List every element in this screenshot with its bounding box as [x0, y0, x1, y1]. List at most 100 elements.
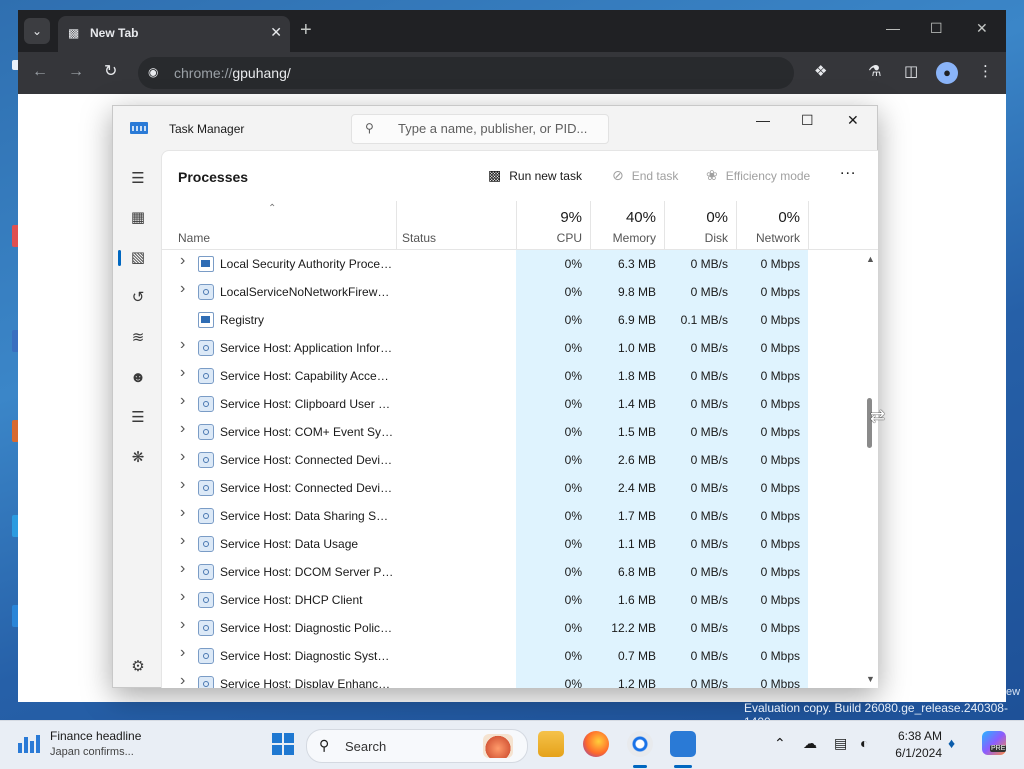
- expand-chevron-icon[interactable]: ›: [180, 476, 185, 494]
- close-tab-icon[interactable]: ✕: [270, 24, 282, 41]
- details-icon[interactable]: ☰: [127, 407, 149, 429]
- hamburger-menu-icon[interactable]: ☰: [127, 168, 149, 190]
- run-new-task-button[interactable]: ▩ Run new task: [488, 167, 582, 184]
- reload-icon[interactable]: ↻: [104, 64, 117, 80]
- taskbar-search[interactable]: ⚲ Search: [306, 729, 528, 763]
- settings-gear-icon[interactable]: ⚙: [127, 656, 149, 678]
- table-row[interactable]: › Service Host: DCOM Server Process Launc…: [162, 558, 862, 586]
- column-memory[interactable]: 40% Memory: [590, 201, 664, 249]
- cell-cpu: 0%: [564, 257, 582, 271]
- address-bar-url: chrome://gpuhang/: [174, 65, 291, 81]
- clock-date[interactable]: 6/1/2024: [892, 746, 942, 760]
- tab-search-chevron-icon[interactable]: ⌄: [24, 18, 50, 44]
- file-explorer-icon[interactable]: [538, 731, 564, 757]
- table-row[interactable]: › Service Host: Diagnostic Policy Service…: [162, 614, 862, 642]
- maximize-icon[interactable]: ☐: [930, 20, 943, 37]
- expand-chevron-icon[interactable]: ›: [180, 336, 185, 354]
- more-options-button[interactable]: ...: [840, 161, 856, 179]
- expand-chevron-icon[interactable]: ›: [180, 672, 185, 688]
- table-row[interactable]: › Service Host: Connected Devices User 0% 2…: [162, 474, 862, 502]
- close-window-icon[interactable]: ✕: [976, 20, 988, 37]
- cell-mem: 1.0 MB: [617, 341, 656, 355]
- expand-chevron-icon[interactable]: ›: [180, 644, 185, 662]
- profile-avatar-icon[interactable]: ●: [936, 62, 958, 84]
- table-row[interactable]: › LocalServiceNoNetworkFirewall (2) 0% 9.8 …: [162, 278, 862, 306]
- expand-chevron-icon[interactable]: ›: [180, 392, 185, 410]
- labs-flask-icon[interactable]: ⚗: [868, 64, 881, 80]
- table-row[interactable]: › Service Host: Capability Access Manager…: [162, 362, 862, 390]
- expand-chevron-icon[interactable]: ›: [180, 504, 185, 522]
- status-icon[interactable]: ◐: [860, 735, 868, 751]
- clock-time[interactable]: 6:38 AM: [892, 729, 942, 743]
- startup-apps-icon[interactable]: ≋: [127, 327, 149, 349]
- table-row[interactable]: › Service Host: Connected Devices Platfor…: [162, 446, 862, 474]
- maximize-icon[interactable]: ☐: [801, 112, 814, 129]
- performance-icon[interactable]: ▧: [127, 247, 149, 269]
- table-row[interactable]: › Service Host: Data Usage 0% 1.1 MB 0 MB/s 0…: [162, 530, 862, 558]
- column-status[interactable]: Status: [402, 231, 436, 245]
- start-windows-icon[interactable]: [272, 733, 294, 755]
- forward-arrow-icon[interactable]: →: [68, 64, 84, 80]
- new-tab-plus-icon[interactable]: +: [300, 20, 312, 40]
- column-disk[interactable]: 0% Disk: [664, 201, 736, 249]
- side-panel-icon[interactable]: ◫: [904, 64, 918, 80]
- tab-new-tab[interactable]: ▩ New Tab ✕: [58, 16, 290, 52]
- efficiency-mode-button[interactable]: ❀ Efficiency mode: [706, 167, 810, 184]
- network-icon[interactable]: ☁: [803, 735, 817, 752]
- widget-headline[interactable]: Finance headline: [50, 729, 141, 743]
- column-network[interactable]: 0% Network: [736, 201, 808, 249]
- app-history-icon[interactable]: ↺: [127, 287, 149, 309]
- minimize-icon[interactable]: —: [886, 20, 900, 36]
- widget-subtitle[interactable]: Japan confirms...: [50, 746, 134, 758]
- cell-cpu: 0%: [564, 425, 582, 439]
- cell-net: 0 Mbps: [760, 285, 800, 299]
- copilot-icon[interactable]: [982, 731, 1007, 755]
- address-bar[interactable]: ◉ chrome://gpuhang/: [138, 57, 794, 89]
- task-manager-taskbar-icon[interactable]: [670, 731, 696, 757]
- end-task-button[interactable]: ⊘ End task: [612, 167, 678, 184]
- table-row[interactable]: › Service Host: Clipboard User Service 0% 1…: [162, 390, 862, 418]
- expand-chevron-icon[interactable]: ›: [180, 560, 185, 578]
- processes-icon[interactable]: ▦: [127, 207, 149, 229]
- cell-mem: 1.5 MB: [617, 425, 656, 439]
- search-box[interactable]: ⚲: [351, 114, 609, 144]
- expand-chevron-icon[interactable]: ›: [180, 616, 185, 634]
- column-name[interactable]: Name: [178, 231, 210, 245]
- back-arrow-icon[interactable]: ←: [32, 64, 48, 80]
- expand-chevron-icon[interactable]: ›: [180, 448, 185, 466]
- expand-chevron-icon[interactable]: ›: [180, 364, 185, 382]
- users-icon[interactable]: ☻: [127, 367, 149, 389]
- table-row[interactable]: › Service Host: Display Enhancement Servi…: [162, 670, 862, 688]
- widgets-chart-icon[interactable]: [18, 733, 42, 755]
- show-hidden-icons-chevron-icon[interactable]: ⌃: [774, 735, 786, 752]
- extensions-puzzle-icon[interactable]: ❖: [814, 64, 827, 80]
- close-icon[interactable]: ✕: [847, 112, 859, 129]
- expand-chevron-icon[interactable]: ›: [180, 280, 185, 298]
- table-row[interactable]: Registry 0% 6.9 MB 0.1 MB/s 0 Mbps: [162, 306, 862, 334]
- scroll-up-arrow-icon[interactable]: ▲: [866, 254, 875, 264]
- process-name: Service Host: Application Information: [220, 341, 394, 355]
- notification-bell-icon[interactable]: ♦: [948, 735, 955, 751]
- table-row[interactable]: › Service Host: DHCP Client 0% 1.6 MB 0 MB/s…: [162, 586, 862, 614]
- table-row[interactable]: › Service Host: Diagnostic System Host 0% 0…: [162, 642, 862, 670]
- search-input[interactable]: [396, 120, 600, 137]
- table-row[interactable]: › Local Security Authority Process (2) 0% 6…: [162, 250, 862, 278]
- expand-chevron-icon[interactable]: ›: [180, 588, 185, 606]
- vertical-scrollbar[interactable]: ▲ ▼: [862, 250, 878, 688]
- site-info-icon[interactable]: ◉: [148, 65, 158, 79]
- table-row[interactable]: › Service Host: Application Information 0%…: [162, 334, 862, 362]
- firefox-icon[interactable]: [583, 731, 609, 757]
- chrome-icon[interactable]: [627, 731, 653, 757]
- minimize-icon[interactable]: —: [756, 112, 770, 128]
- menu-kebab-icon[interactable]: ⋮: [978, 64, 993, 80]
- expand-chevron-icon[interactable]: ›: [180, 420, 185, 438]
- expand-chevron-icon[interactable]: ›: [180, 532, 185, 550]
- table-row[interactable]: › Service Host: Data Sharing Service 0% 1.7…: [162, 502, 862, 530]
- column-cpu[interactable]: 9% CPU: [516, 201, 590, 249]
- services-icon[interactable]: ❋: [127, 447, 149, 469]
- expand-chevron-icon[interactable]: ›: [180, 252, 185, 270]
- display-icon[interactable]: ▤: [834, 735, 847, 752]
- cell-disk: 0 MB/s: [690, 593, 728, 607]
- table-row[interactable]: › Service Host: COM+ Event System 0% 1.5 MB…: [162, 418, 862, 446]
- scroll-down-arrow-icon[interactable]: ▼: [866, 674, 875, 684]
